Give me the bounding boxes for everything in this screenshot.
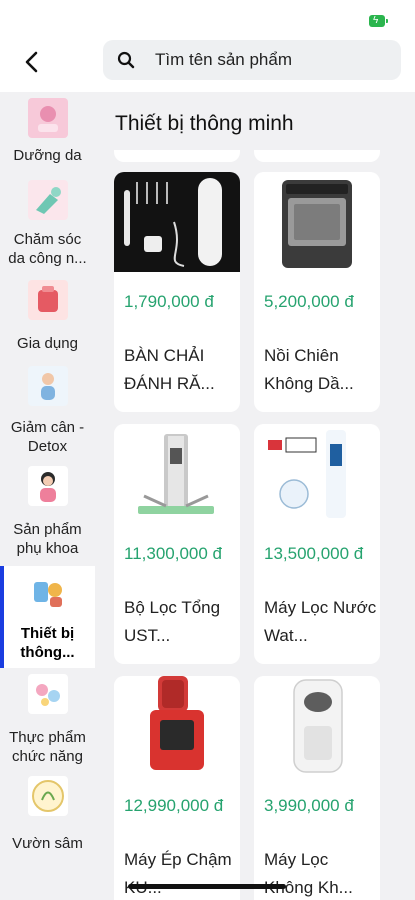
category-thumbnail (28, 776, 68, 816)
product-card[interactable]: 11,300,000 đ Bộ Lọc Tổng UST... (114, 424, 240, 664)
sidebar-item-household[interactable]: Gia dụng (0, 276, 95, 362)
sidebar-item-label: Sản phẩm phụ khoa (13, 521, 82, 557)
sidebar-item-label: Chăm sóc da công n... (8, 231, 87, 267)
sidebar-item-label: Gia dụng (17, 335, 78, 352)
status-bar: ϟ (0, 0, 415, 36)
product-name: Nồi Chiên Không Dầ... (264, 346, 354, 393)
sidebar-item-label: Dưỡng da (13, 147, 82, 164)
sidebar-item-ginseng-garden[interactable]: Vườn sâm (0, 770, 95, 860)
product-image (114, 676, 240, 776)
sidebar-item-smart-devices[interactable]: Thiết bị thông... (0, 566, 95, 668)
sidebar-item-supplements[interactable]: Thực phẩm chức năng (0, 668, 95, 770)
product-name: BÀN CHẢI ĐÁNH RĂ... (124, 346, 215, 393)
product-price: 11,300,000 đ (124, 544, 222, 563)
sidebar-item-label: Vườn sâm (12, 835, 83, 852)
product-name: Máy Ép Chậm KU... (124, 850, 232, 897)
battery-charging-icon: ϟ (369, 15, 388, 27)
search-placeholder: Tìm tên sản phẩm (155, 50, 293, 69)
product-image (114, 424, 240, 524)
product-card[interactable]: 12,990,000 đ Máy Ép Chậm KU... (114, 676, 240, 900)
home-indicator[interactable] (128, 884, 286, 889)
search-icon (117, 51, 135, 69)
product-image (114, 172, 240, 272)
product-price: 12,990,000 đ (124, 796, 224, 815)
search-input[interactable]: Tìm tên sản phẩm (103, 40, 401, 80)
category-sidebar: Dưỡng da Chăm sóc da công n... Gia dụng … (0, 92, 95, 900)
category-thumbnail (28, 180, 68, 220)
product-card[interactable]: 5,200,000 đ Nồi Chiên Không Dầ... (254, 172, 380, 412)
product-image (254, 172, 380, 272)
back-button[interactable] (18, 48, 46, 76)
category-thumbnail (28, 366, 68, 406)
sidebar-item-cosmetic-care[interactable]: Chăm sóc da công n... (0, 176, 95, 276)
category-thumbnail (28, 280, 68, 320)
category-thumbnail (28, 466, 68, 506)
product-card[interactable]: 3,990,000 đ Máy Lọc Không Kh... (254, 676, 380, 900)
card-partial (254, 150, 380, 162)
sidebar-item-label: Thiết bị thông... (20, 625, 75, 661)
product-image (254, 676, 380, 776)
card-partial (114, 150, 240, 162)
product-list-panel: Thiết bị thông minh 1,790,000 đ BÀN CHẢI… (95, 92, 415, 900)
section-title: Thiết bị thông minh (115, 112, 294, 135)
product-price: 3,990,000 đ (264, 796, 354, 815)
product-price: 13,500,000 đ (264, 544, 364, 563)
header: Tìm tên sản phẩm (0, 36, 415, 92)
sidebar-item-label: Giảm cân - Detox (10, 419, 85, 455)
sidebar-item-label: Thực phẩm chức năng (9, 729, 86, 765)
product-card[interactable]: 1,790,000 đ BÀN CHẢI ĐÁNH RĂ... (114, 172, 240, 412)
product-name: Máy Lọc Nước Wat... (264, 598, 377, 645)
category-thumbnail (28, 572, 68, 612)
sidebar-item-skincare[interactable]: Dưỡng da (0, 92, 95, 176)
sidebar-item-weight-loss[interactable]: Giảm cân - Detox (0, 362, 95, 462)
product-card[interactable]: 13,500,000 đ Máy Lọc Nước Wat... (254, 424, 380, 664)
product-price: 1,790,000 đ (124, 292, 214, 311)
category-thumbnail (28, 674, 68, 714)
product-image (254, 424, 380, 524)
chevron-left-icon (25, 51, 38, 73)
sidebar-item-feminine-care[interactable]: Sản phẩm phụ khoa (0, 462, 95, 566)
product-name: Bộ Lọc Tổng UST... (124, 598, 221, 645)
product-name: Máy Lọc Không Kh... (264, 850, 353, 897)
category-thumbnail (28, 98, 68, 138)
product-price: 5,200,000 đ (264, 292, 354, 311)
